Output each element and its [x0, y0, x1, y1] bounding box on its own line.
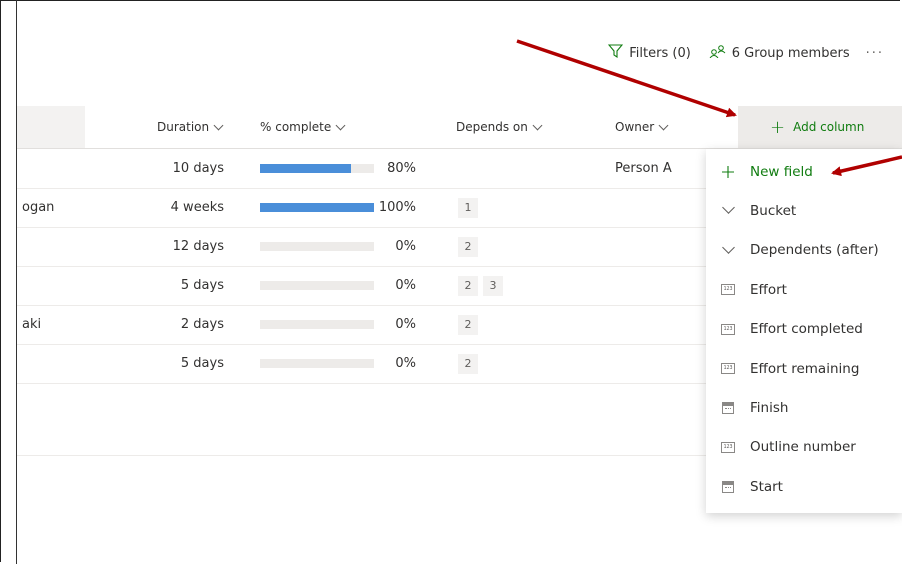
add-column-button[interactable]: + Add column: [738, 106, 902, 148]
percent-complete-column-header[interactable]: % complete: [260, 106, 346, 148]
dependency-chip[interactable]: 3: [483, 275, 503, 296]
menu-item-label: Outline number: [750, 439, 856, 456]
chevron-down-icon: [335, 120, 346, 130]
filters-label: Filters (0): [629, 45, 691, 61]
menu-item-label: Start: [750, 478, 783, 495]
chevron-down-icon: [706, 201, 750, 215]
dependency-chip[interactable]: 2: [458, 353, 478, 374]
group-members-label: 6 Group members: [731, 45, 850, 61]
menu-item-new-field[interactable]: New field: [706, 152, 902, 191]
dependency-chip[interactable]: 2: [458, 314, 478, 335]
number-field-icon: 123: [706, 284, 750, 296]
task-name-header[interactable]: [17, 106, 85, 148]
menu-item-finish[interactable]: Finish: [706, 388, 902, 427]
menu-item-effort-completed[interactable]: 123 Effort completed: [706, 310, 902, 349]
more-options-button[interactable]: ···: [866, 46, 884, 61]
divider: [17, 455, 706, 456]
depends-on-column-header[interactable]: Depends on: [456, 106, 543, 148]
menu-item-dependents-after[interactable]: Dependents (after): [706, 231, 902, 270]
number-field-icon: 123: [706, 323, 750, 335]
menu-item-label: Effort completed: [750, 321, 863, 338]
chevron-down-icon: [706, 240, 750, 254]
dependency-chip[interactable]: 2: [458, 236, 478, 257]
menu-item-label: Dependents (after): [750, 242, 879, 259]
depends-on-cell[interactable]: 1: [458, 188, 483, 227]
grid-header: Duration % complete Depends on Owner + A…: [17, 106, 902, 149]
depends-on-cell[interactable]: 2: [458, 227, 483, 266]
calendar-icon: [706, 401, 750, 414]
plus-icon: [706, 165, 750, 179]
menu-item-label: New field: [750, 163, 813, 180]
menu-item-effort-remaining[interactable]: 123 Effort remaining: [706, 349, 902, 388]
menu-item-label: Bucket: [750, 202, 797, 219]
menu-item-start[interactable]: Start: [706, 467, 902, 506]
menu-item-effort[interactable]: 123 Effort: [706, 270, 902, 309]
percent-complete-cell[interactable]: 100%: [17, 188, 416, 227]
number-field-icon: 123: [706, 441, 750, 453]
percent-complete-header-label: % complete: [260, 120, 332, 134]
percent-complete-cell[interactable]: 0%: [17, 266, 416, 305]
plus-icon: +: [770, 116, 786, 138]
chevron-down-icon: [532, 120, 543, 130]
menu-item-label: Effort: [750, 281, 787, 298]
calendar-icon: [706, 480, 750, 493]
duration-header-label: Duration: [157, 120, 210, 134]
depends-on-cell[interactable]: 23: [458, 266, 508, 305]
owner-column-header[interactable]: Owner: [615, 106, 669, 148]
percent-complete-cell[interactable]: 0%: [17, 344, 416, 383]
percent-complete-cell[interactable]: 0%: [17, 305, 416, 344]
group-members-icon: [709, 44, 732, 62]
grid-toolbar: Filters (0) 6 Group members ···: [590, 44, 884, 62]
menu-item-bucket[interactable]: Bucket: [706, 191, 902, 230]
menu-item-outline-number[interactable]: 123 Outline number: [706, 428, 902, 467]
dependency-chip[interactable]: 2: [458, 275, 478, 296]
percent-complete-cell[interactable]: 80%: [17, 149, 416, 188]
add-column-menu: New field Bucket Dependents (after) 123 Effo…: [706, 149, 902, 513]
number-field-icon: 123: [706, 363, 750, 374]
depends-on-cell[interactable]: 2: [458, 305, 483, 344]
chevron-down-icon: [658, 120, 669, 130]
add-column-label: Add column: [793, 120, 865, 134]
dependency-chip[interactable]: 1: [458, 197, 478, 218]
duration-column-header[interactable]: Duration: [157, 106, 224, 148]
group-members-button[interactable]: 6 Group members: [709, 44, 850, 62]
menu-item-label: Effort remaining: [750, 360, 860, 377]
depends-on-cell[interactable]: 2: [458, 344, 483, 383]
percent-complete-cell[interactable]: 0%: [17, 227, 416, 266]
chevron-down-icon: [213, 120, 224, 130]
menu-item-label: Finish: [750, 399, 789, 416]
owner-cell[interactable]: Person A: [615, 149, 672, 188]
filters-button[interactable]: Filters (0): [608, 44, 691, 62]
owner-header-label: Owner: [615, 120, 655, 134]
depends-on-header-label: Depends on: [456, 120, 528, 134]
filter-icon: [608, 44, 629, 62]
